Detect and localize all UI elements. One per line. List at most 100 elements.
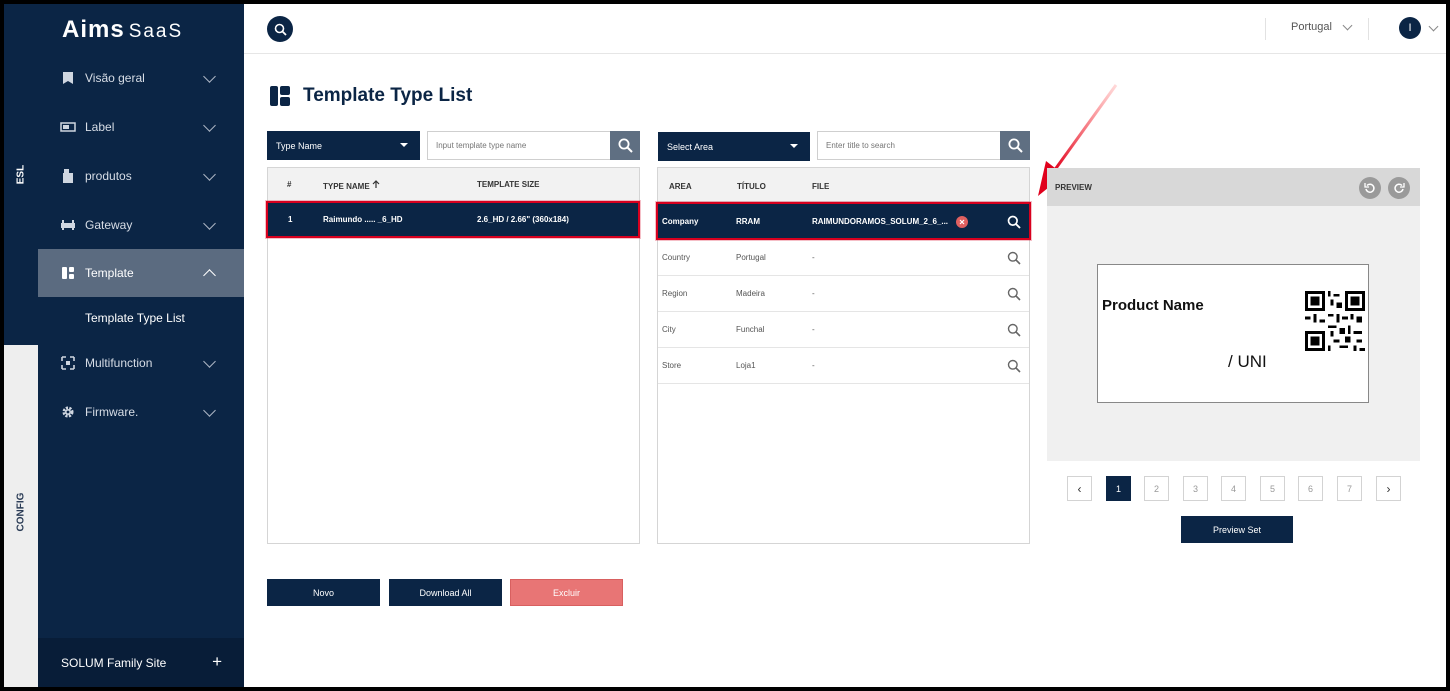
sidebar-item-overview[interactable]: Visão geral [38,54,244,102]
row-file: - [812,325,815,334]
rotate-right-button[interactable] [1388,177,1410,199]
sidebar-subitem-template-type-list[interactable]: Template Type List [85,311,185,325]
column-header-type-name[interactable]: TYPE NAME [323,180,380,191]
sort-up-icon [372,180,380,188]
table-header: AREA TÍTULO FILE [658,168,1029,202]
pagination-page-3[interactable]: 3 [1183,476,1208,501]
sidebar-item-products[interactable]: produtos [38,152,244,200]
pagination-next[interactable]: › [1376,476,1401,501]
sidebar-item-label: produtos [85,169,132,183]
rotate-left-button[interactable] [1359,177,1381,199]
row-title: Madeira [736,289,765,298]
template-type-search-button[interactable] [610,131,640,160]
search-icon [1007,323,1021,337]
chevron-down-icon [203,69,216,83]
chevron-down-icon [1342,20,1353,30]
sidebar-item-label: Template [85,266,134,280]
table-row[interactable]: Country Portugal - [658,240,1029,276]
user-avatar[interactable]: I [1399,17,1421,39]
new-button[interactable]: Novo [267,579,380,606]
sidebar-item-firmware[interactable]: Firmware. [38,388,244,436]
chevron-down-icon[interactable] [1428,21,1439,32]
highlight-box [656,202,1031,240]
chevron-down-icon [203,118,216,132]
row-title: Portugal [736,253,766,262]
logo-main: Aims [62,16,125,43]
label-preview: Product Name / UNI [1097,264,1369,403]
type-name-select[interactable]: Type Name [267,131,420,160]
rail-tab-config[interactable]: CONFIG [16,493,27,532]
sidebar-item-multifunction[interactable]: Multifunction [38,339,244,387]
caret-down-icon [400,143,408,147]
sidebar-item-label: Label [85,120,115,134]
search-button[interactable] [267,16,293,42]
app-logo[interactable]: Aims SaaS [62,16,183,44]
delete-button[interactable]: Excluir [510,579,623,606]
table-row[interactable]: Store Loja1 - [658,348,1029,384]
label-price-unit: / UNI [1228,352,1267,371]
preview-file-button[interactable] [1007,251,1021,267]
caret-down-icon [790,144,798,148]
preview-panel: PREVIEW Product Name / UNI [1047,168,1420,461]
sidebar-item-label[interactable]: Label [38,103,244,151]
pagination-page-2[interactable]: 2 [1144,476,1169,501]
language-value: Portugal [1291,21,1332,33]
pagination-page-4[interactable]: 4 [1221,476,1246,501]
sidebar-item-gateway[interactable]: Gateway [38,201,244,249]
column-header: TEMPLATE SIZE [477,180,540,189]
sidebar-item-template[interactable]: Template [38,249,244,297]
chevron-left-icon: ‹ [1077,481,1082,496]
family-site-label: SOLUM Family Site [61,655,167,670]
row-area: Region [662,289,688,298]
download-all-button[interactable]: Download All [389,579,502,606]
column-header: FILE [812,182,830,191]
preview-file-button[interactable] [1007,359,1021,375]
product-icon [60,169,76,183]
chevron-down-icon [203,354,216,368]
template-type-search-input[interactable] [427,131,611,160]
pagination-page-5[interactable]: 5 [1260,476,1285,501]
page-title: Template Type List [303,85,473,106]
preview-set-button[interactable]: Preview Set [1181,516,1293,543]
gear-icon [60,405,76,419]
template-icon [60,266,76,280]
pagination-prev[interactable]: ‹ [1067,476,1092,501]
pagination-page-1[interactable]: 1 [1106,476,1131,501]
preview-file-button[interactable] [1007,323,1021,339]
sidebar-item-label: Gateway [85,218,133,232]
preview-file-button[interactable] [1007,287,1021,303]
search-icon [1008,138,1023,153]
table-row[interactable]: City Funchal - [658,312,1029,348]
column-header: TÍTULO [737,182,766,191]
preview-title: PREVIEW [1055,183,1092,192]
area-title-search-input[interactable] [817,131,1001,160]
template-icon [270,86,290,111]
preview-header: PREVIEW [1047,168,1420,206]
row-area: City [662,325,676,334]
divider [1368,18,1369,40]
rail-tab-esl[interactable]: ESL [4,4,38,345]
label-device-icon [60,120,76,134]
pagination-page-7[interactable]: 7 [1337,476,1362,501]
chevron-down-icon [203,403,216,417]
search-icon [1007,251,1021,265]
table-row[interactable]: Region Madeira - [658,276,1029,312]
area-select[interactable]: Select Area [658,132,810,161]
highlight-box [266,201,640,238]
chevron-down-icon [203,216,216,230]
rail-tab-esl-label: ESL [15,164,27,185]
row-area: Store [662,361,682,370]
pagination-page-6[interactable]: 6 [1298,476,1323,501]
sidebar-item-label: Firmware. [85,405,139,419]
logo-sub: SaaS [128,21,184,42]
divider [1265,18,1266,40]
family-site-link[interactable]: SOLUM Family Site + [38,638,244,687]
chevron-up-icon [203,269,216,282]
search-icon [1007,359,1021,373]
language-select[interactable]: Portugal [1291,20,1353,33]
search-icon [1007,287,1021,301]
sidebar-item-label: Multifunction [85,356,153,370]
type-name-select-value: Type Name [276,140,323,151]
expand-arrows-icon [60,356,76,370]
column-header-label: TYPE NAME [323,182,370,191]
